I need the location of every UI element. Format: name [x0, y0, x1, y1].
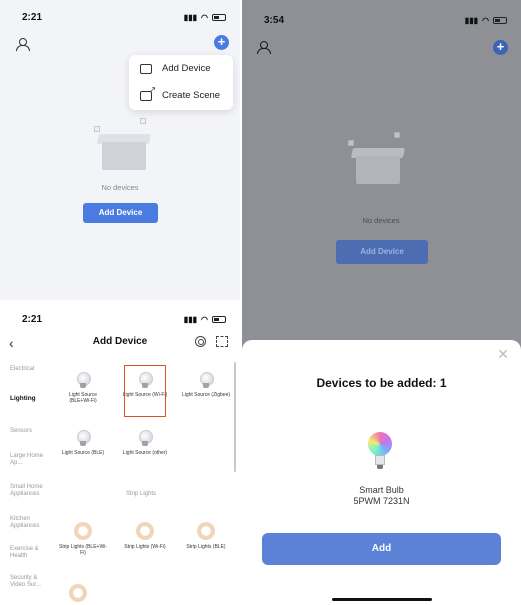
- strip-light-icon: [197, 522, 215, 540]
- category-large-home-appliances[interactable]: Large Home Ap...: [10, 453, 44, 467]
- device-tile-label: Light Source (BLE): [61, 450, 105, 456]
- battery-icon: [493, 16, 507, 24]
- status-time: 2:21: [22, 11, 43, 23]
- scrollbar[interactable]: [234, 362, 236, 472]
- device-tile-strip-wifi[interactable]: Strip Lights (Wi-Fi): [120, 522, 170, 550]
- section-title-strip-lights: Strip Lights: [126, 491, 157, 497]
- battery-icon: [212, 13, 226, 21]
- device-tile-light-other[interactable]: Light Source (other): [120, 430, 170, 456]
- selected-tile-highlight: [124, 365, 166, 417]
- category-lighting[interactable]: Lighting: [10, 395, 55, 402]
- menu-item-label: Create Scene: [162, 90, 221, 101]
- category-sensors[interactable]: Sensors: [10, 428, 55, 435]
- add-device-button[interactable]: Add Device: [83, 203, 158, 223]
- menu-item-add-device[interactable]: Add Device: [129, 55, 233, 82]
- empty-box-illustration: [94, 118, 154, 172]
- strip-light-icon: [69, 584, 87, 602]
- device-name-line2: 5PWM 7231N: [353, 496, 410, 506]
- status-icons: ▮▮▮ ◠: [184, 315, 226, 324]
- device-tile-label: Strip Lights (BLE+Wi-Fi): [59, 544, 107, 556]
- device-tile-label: Light Source (Zigbee): [181, 392, 231, 398]
- light-bulb-icon: [76, 430, 91, 446]
- device-tile-light-ble[interactable]: Light Source (BLE): [58, 430, 108, 456]
- devices-to-add-sheet: ✕ Devices to be added: 1 Smart Bulb 5PWM…: [242, 340, 521, 605]
- home-screen-panel: 2:21 ▮▮▮ ◠ + Add Device Create Scene: [0, 0, 240, 300]
- add-device-button[interactable]: Add Device: [336, 240, 428, 264]
- status-bar: 2:21 ▮▮▮ ◠: [22, 6, 226, 28]
- menu-item-label: Add Device: [162, 63, 211, 74]
- device-tile-label: Strip Lights (Wi-Fi): [124, 544, 166, 550]
- battery-icon: [212, 315, 226, 323]
- sheet-title: Devices to be added: 1: [316, 376, 447, 390]
- discovery-screen-panel: 3:54 ▮▮▮ ◠ + No devices Add Device ✕ Dev…: [242, 0, 521, 605]
- wifi-icon: ◠: [482, 15, 489, 25]
- signal-icon: ▮▮▮: [183, 314, 198, 324]
- category-kitchen-appliances[interactable]: Kitchen Appliances: [10, 516, 48, 530]
- status-icons: ▮▮▮ ◠: [465, 16, 507, 25]
- category-electrical[interactable]: Electrical: [10, 366, 55, 373]
- add-plus-button[interactable]: +: [493, 40, 508, 55]
- strip-light-icon: [74, 522, 92, 540]
- add-menu-dropdown: Add Device Create Scene: [129, 55, 233, 110]
- device-tile-light-ble-wifi[interactable]: Light Source (BLE+Wi-Fi): [58, 372, 108, 404]
- light-bulb-icon: [199, 372, 214, 388]
- light-bulb-icon: [76, 372, 91, 388]
- wifi-icon: ◠: [201, 12, 208, 22]
- status-bar: 3:54 ▮▮▮ ◠: [264, 9, 507, 31]
- signal-icon: ▮▮▮: [464, 15, 479, 25]
- device-tile-label: Light Source (other): [122, 450, 168, 456]
- user-icon[interactable]: [16, 38, 30, 51]
- home-indicator: [332, 598, 432, 601]
- auto-scan-icon[interactable]: [195, 336, 206, 347]
- device-tile-label: Strip Lights (BLE): [186, 544, 226, 550]
- screenshot-collage: 2:21 ▮▮▮ ◠ + Add Device Create Scene: [0, 0, 521, 605]
- rgb-bulb-icon: [366, 432, 394, 472]
- found-device-name[interactable]: Smart Bulb 5PWM 7231N: [242, 485, 521, 507]
- device-tile-strip-ble-wifi[interactable]: Strip Lights (BLE+Wi-Fi): [58, 522, 108, 556]
- qr-scan-icon[interactable]: [216, 336, 228, 347]
- empty-box-illustration: [348, 132, 408, 186]
- device-tile-label: Light Source (BLE+Wi-Fi): [68, 392, 98, 404]
- signal-icon: ▮▮▮: [183, 12, 198, 22]
- category-exercise-health[interactable]: Exercise & Health: [10, 546, 44, 560]
- user-icon[interactable]: [257, 41, 271, 54]
- status-bar: 2:21 ▮▮▮ ◠: [22, 308, 226, 330]
- device-tile-light-zigbee[interactable]: Light Source (Zigbee): [181, 372, 231, 398]
- light-bulb-icon: [138, 430, 153, 446]
- device-icon: [140, 63, 152, 74]
- add-button[interactable]: Add: [262, 533, 501, 565]
- strip-light-icon: [136, 522, 154, 540]
- status-time: 2:21: [22, 313, 43, 325]
- status-time: 3:54: [264, 14, 285, 26]
- close-icon[interactable]: ✕: [497, 346, 509, 363]
- no-devices-text: No devices: [101, 183, 139, 192]
- device-tile-strip-ble[interactable]: Strip Lights (BLE): [181, 522, 231, 550]
- edit-scene-icon: [140, 85, 156, 101]
- wifi-icon: ◠: [201, 314, 208, 324]
- status-icons: ▮▮▮ ◠: [184, 13, 226, 22]
- no-devices-text: No devices: [362, 216, 400, 225]
- category-small-home-appliances[interactable]: Small Home Appliances: [10, 484, 48, 498]
- device-name-line1: Smart Bulb: [359, 485, 404, 495]
- add-plus-button[interactable]: +: [214, 35, 229, 50]
- menu-item-create-scene[interactable]: Create Scene: [129, 82, 233, 109]
- category-security-video[interactable]: Security & Video Sur...: [10, 575, 48, 589]
- add-device-header: ‹ Add Device: [0, 330, 240, 356]
